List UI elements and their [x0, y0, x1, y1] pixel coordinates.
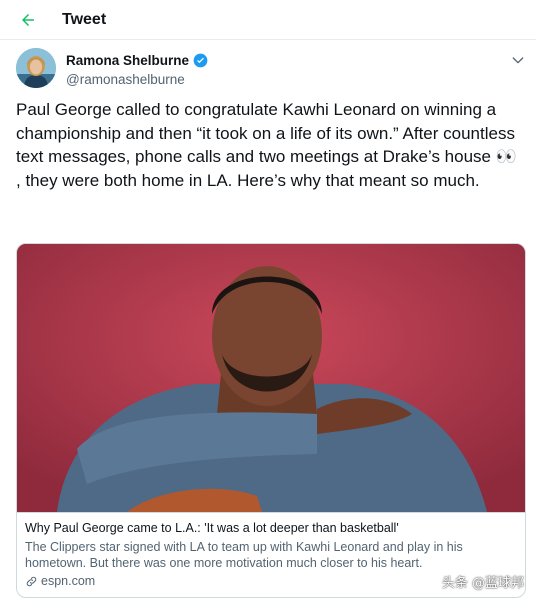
card-title: Why Paul George came to L.A.: 'It was a … [25, 521, 399, 535]
tweet-page: Tweet Ramona Shelburne @ramonashelburne [0, 0, 536, 603]
avatar[interactable] [16, 48, 56, 88]
author-names: Ramona Shelburne @ramonashelburne [66, 52, 208, 87]
verified-badge-icon [193, 53, 208, 68]
chevron-down-icon[interactable] [510, 52, 526, 68]
watermark: 头条 @蓝球邦 [441, 576, 524, 591]
card-image [17, 244, 525, 512]
link-card[interactable]: Why Paul George came to L.A.: 'It was a … [16, 243, 526, 598]
page-title: Tweet [62, 10, 107, 28]
author-name[interactable]: Ramona Shelburne [66, 53, 189, 68]
avatar-image [16, 48, 56, 88]
arrow-left-icon [22, 13, 34, 26]
back-button[interactable] [16, 8, 40, 32]
author-handle[interactable]: @ramonashelburne [66, 72, 208, 87]
author-row: Ramona Shelburne @ramonashelburne [0, 40, 536, 98]
link-icon [26, 576, 37, 586]
card-description: The Clippers star signed with LA to team… [25, 540, 463, 570]
top-bar: Tweet [0, 0, 536, 40]
card-domain: espn.com [41, 574, 96, 588]
card-photo [17, 244, 525, 512]
tweet-text: Paul George called to congratulate Kawhi… [16, 100, 517, 190]
author-name-line[interactable]: Ramona Shelburne [66, 52, 208, 69]
